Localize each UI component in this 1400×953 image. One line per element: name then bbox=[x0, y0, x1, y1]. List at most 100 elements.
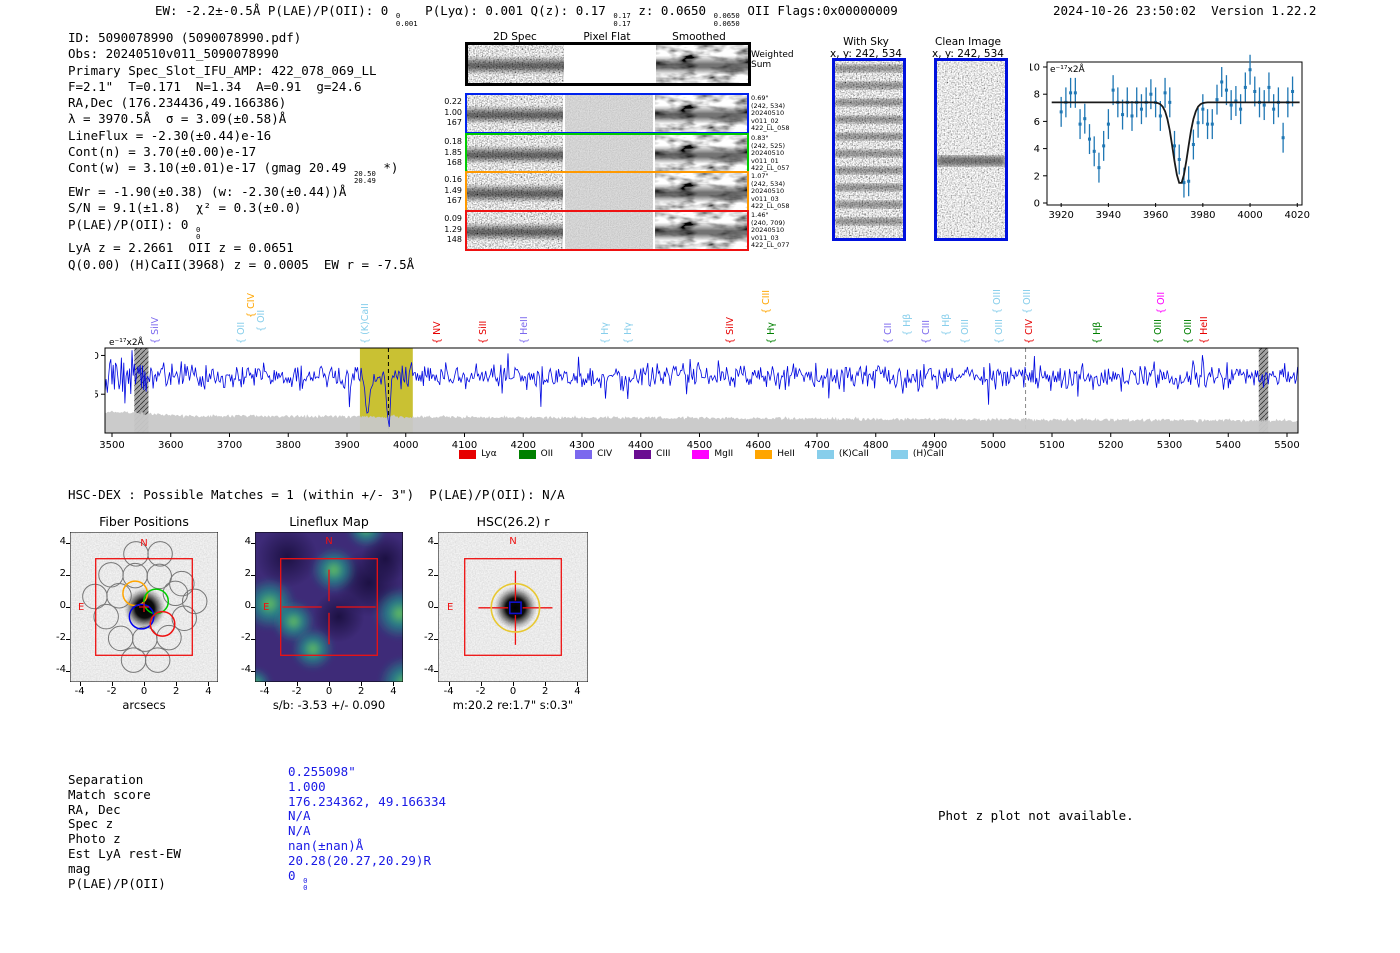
lineflux-map-title: Lineflux Map bbox=[289, 514, 369, 529]
cutout-annotation-line: 422_LL_077 bbox=[751, 241, 790, 249]
cutout-stat-value: 0.22 bbox=[444, 97, 462, 106]
info-line: P(LAE)/P(OII): 0 00 bbox=[68, 216, 201, 242]
panel-x-tick: 0 bbox=[509, 686, 517, 697]
panel-x-tickmark bbox=[208, 682, 210, 686]
panel-x-tickmark bbox=[577, 682, 579, 686]
cutout-smoothed-image bbox=[656, 45, 748, 83]
info-line: Obs: 20240510v011_5090078990 bbox=[68, 46, 279, 62]
spectral-line-label: { (K)CaII bbox=[360, 303, 372, 344]
legend-label: OII bbox=[540, 449, 554, 459]
clean-image bbox=[934, 58, 1008, 241]
line-fit-plot: 3920 3940 3960 3980 4000 4020 0 2 4 6 8 10 e⁻¹⁷x2Å bbox=[1030, 45, 1315, 225]
match-table-value: 176.234362, 49.166334 bbox=[288, 793, 447, 809]
panel-hsc-svg: NE bbox=[438, 532, 588, 682]
panel-x-tick: -2 bbox=[291, 686, 302, 697]
panel-x-tick: -2 bbox=[106, 686, 117, 697]
svg-text:N: N bbox=[325, 536, 332, 547]
spectral-line-legend: Lyα OII CIV CIII MgII HeII (K)CaII (H)CaII bbox=[105, 449, 1298, 459]
spectral-line-label: { OIII bbox=[1021, 289, 1033, 314]
cutout-fiber-annotation: 1.46" (240, 709) 20240510 v011_03 422_LL_077 bbox=[751, 211, 790, 250]
svg-text:4: 4 bbox=[1034, 144, 1040, 155]
report-date: 2024-10-26 23:50:02 bbox=[1053, 3, 1196, 18]
match-table-value: nan(±nan)Å bbox=[288, 838, 364, 853]
svg-text:3960: 3960 bbox=[1143, 210, 1168, 221]
cutout-stat-value: 1.85 bbox=[444, 147, 462, 157]
cutout-pixel-flat-image bbox=[565, 135, 653, 172]
sky-cutout-image bbox=[835, 61, 903, 238]
legend-item: (H)CaII bbox=[890, 449, 944, 459]
legend-swatch bbox=[755, 449, 773, 459]
lineflux-map-panel: NE bbox=[255, 532, 403, 682]
panel-x-tickmark bbox=[361, 682, 363, 686]
legend-label: HeII bbox=[777, 449, 795, 459]
fiber-positions-xlabel: arcsecs bbox=[122, 698, 166, 712]
hsc-mag-caption: m:20.2 re:1.7" s:0.3" bbox=[452, 698, 574, 712]
spectral-line-label: { OIII bbox=[1152, 319, 1164, 344]
spectral-line-label: { OIII bbox=[991, 289, 1003, 314]
match-table-label: Photo z bbox=[68, 831, 121, 847]
spectral-line-label: { Hβ bbox=[901, 313, 913, 336]
header-text-segment: EW: -2.2±-0.5Å P(LAE)/P(OII): 0 bbox=[155, 3, 396, 18]
panel-y-tick: -4 bbox=[241, 664, 251, 676]
legend-item: OII bbox=[518, 449, 554, 459]
panel-x-tick: -4 bbox=[74, 686, 85, 697]
weighted-sum-line: Sum bbox=[751, 60, 772, 70]
header-text-segment: P(Lyα): 0.001 Q(z): 0.17 bbox=[417, 3, 614, 18]
panel-x-tickmark bbox=[111, 682, 113, 686]
fiber-positions-panel: NE bbox=[70, 532, 218, 682]
cutout-fiber-annotation: 0.69" (242, 534) 20240510 v011_02 422_LL_058 bbox=[751, 94, 790, 133]
cutout-stat-value: 1.29 bbox=[444, 224, 462, 234]
info-line: LineFlux = -2.30(±0.44)e-16 bbox=[68, 127, 272, 143]
panel-x-tick: -4 bbox=[259, 686, 270, 697]
svg-text:0: 0 bbox=[1034, 199, 1040, 210]
spectral-line-label: { HeII bbox=[518, 316, 530, 344]
spectral-line-label: { OIII bbox=[1182, 319, 1194, 344]
panel-y-tick: 0 bbox=[244, 600, 251, 611]
svg-text:3980: 3980 bbox=[1190, 210, 1215, 221]
panel-y-tick: 0 bbox=[59, 600, 66, 611]
panel-y-tick: 0 bbox=[427, 600, 434, 611]
panel-y-tickmark bbox=[66, 671, 70, 673]
cutout-smoothed-image bbox=[655, 173, 747, 211]
panel-x-tickmark bbox=[513, 682, 514, 686]
cutout-annotation-line: 422_LL_058 bbox=[751, 202, 790, 210]
info-line: F=2.1" T=0.171 N=1.34 A=0.91 g=24.6 bbox=[68, 78, 362, 94]
svg-text:E: E bbox=[447, 602, 453, 613]
report-timestamp: 2024-10-26 23:50:02 Version 1.22.2 bbox=[1053, 3, 1316, 18]
legend-label: (K)CaII bbox=[838, 449, 869, 459]
panel-y-tickmark bbox=[251, 639, 255, 641]
info-line: RA,Dec (176.234436,49.166386) bbox=[68, 95, 287, 111]
report-version: Version 1.22.2 bbox=[1211, 3, 1317, 18]
match-table-value: N/A bbox=[288, 808, 311, 824]
spectral-line-label: { CIII bbox=[920, 319, 932, 344]
cutout-pixel-flat-image bbox=[565, 95, 653, 132]
panel-x-tickmark bbox=[329, 682, 330, 686]
line-fit-plot-svg: 3920 3940 3960 3980 4000 4020 0 2 4 6 8 10 e⁻¹⁷x2Å bbox=[1030, 54, 1310, 221]
cutout-pixel-flat-image bbox=[565, 173, 653, 211]
info-line: Cont(n) = 3.70(±0.00)e-17 bbox=[68, 144, 257, 160]
match-table-value: 20.28(20.27,20.29)R bbox=[288, 852, 431, 868]
panel-x-tickmark bbox=[545, 682, 547, 686]
legend-swatch bbox=[692, 449, 710, 459]
svg-text:10: 10 bbox=[1030, 63, 1040, 74]
panel-x-tickmark bbox=[144, 682, 145, 686]
panel-y-tickmark bbox=[434, 639, 438, 641]
svg-text:8: 8 bbox=[1034, 90, 1040, 101]
cutout-stat-value: 0.18 bbox=[444, 137, 462, 146]
cutout-row-stats: 0.16 1.49 167 bbox=[438, 175, 462, 207]
svg-text:e⁻¹⁷x2Å: e⁻¹⁷x2Å bbox=[1050, 63, 1086, 75]
with-sky-image bbox=[832, 58, 906, 241]
spectral-line-label: { Hγ bbox=[622, 322, 634, 344]
panel-fiber-svg: NE bbox=[70, 532, 218, 682]
svg-text:4020: 4020 bbox=[1285, 210, 1310, 221]
hsc-image-title: HSC(26.2) r bbox=[476, 514, 550, 529]
spectral-line-label: { NV bbox=[431, 321, 443, 344]
legend-swatch bbox=[518, 449, 536, 459]
panel-lineflux-svg: NE bbox=[255, 532, 403, 682]
panel-x-tick: -2 bbox=[475, 686, 486, 697]
cutout-annotation-line: 422_LL_058 bbox=[751, 124, 790, 132]
svg-text:3920: 3920 bbox=[1048, 210, 1073, 221]
match-table-label: Separation bbox=[68, 772, 144, 787]
panel-y-tickmark bbox=[251, 607, 255, 608]
cutout-fiber-annotation: 1.07" (242, 534) 20240510 v011_03 422_LL_058 bbox=[751, 172, 790, 211]
